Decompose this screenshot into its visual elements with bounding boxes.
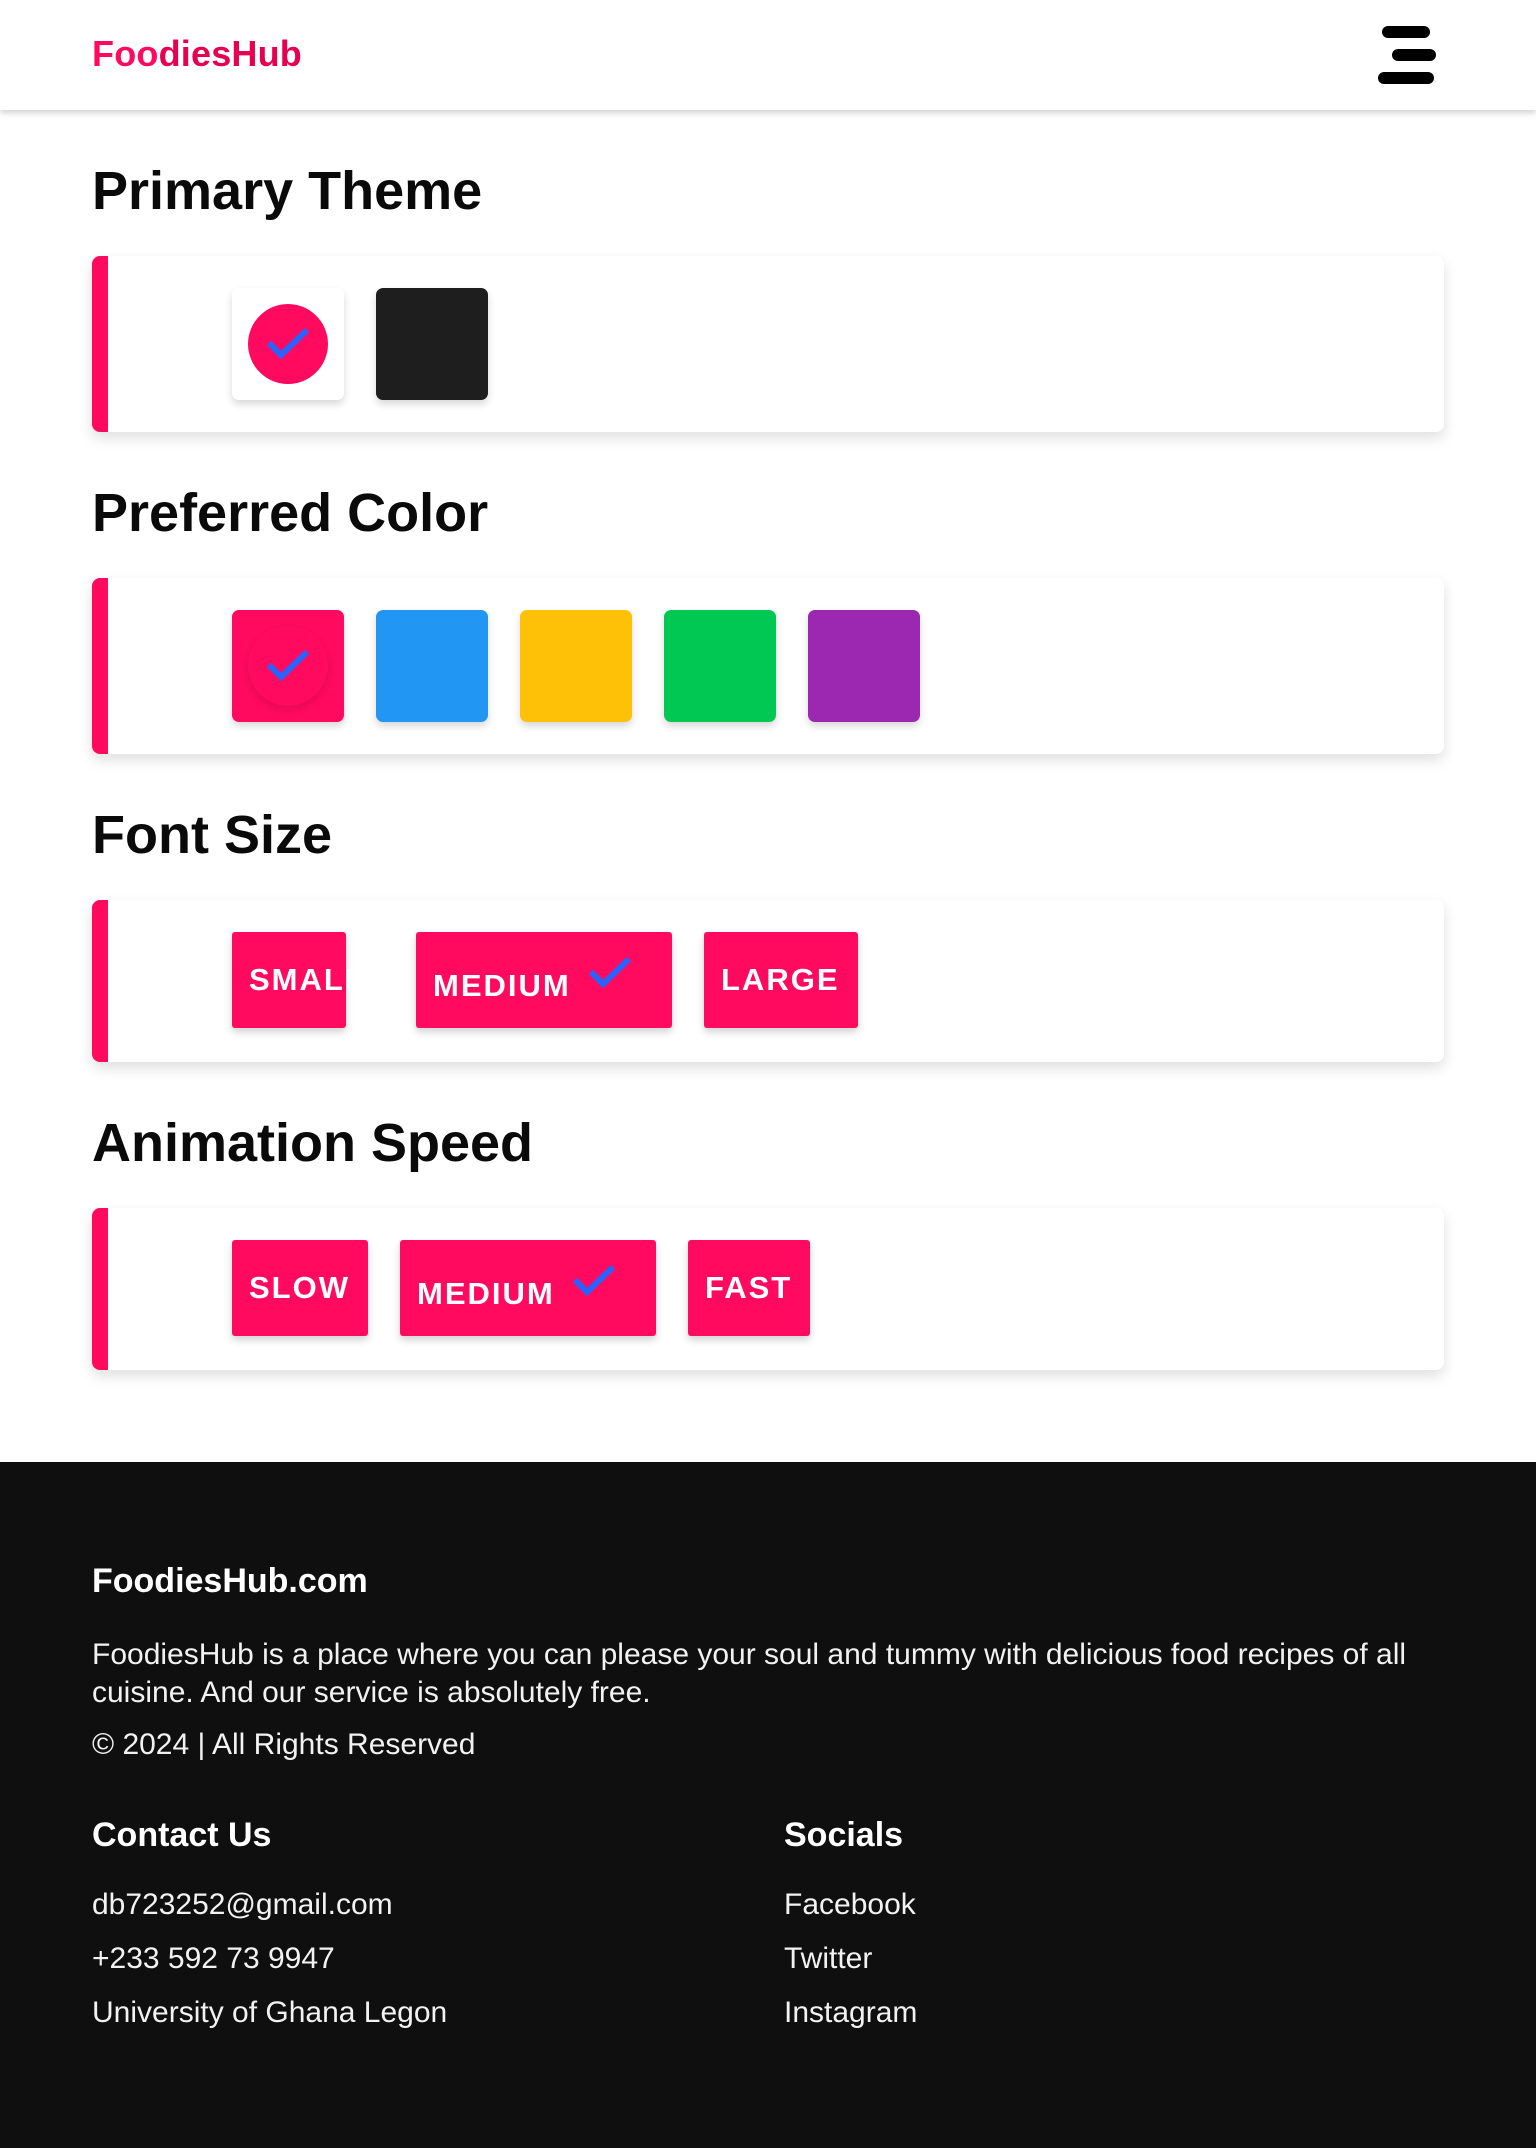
brand-logo-part2: diesHub <box>158 33 302 74</box>
animation-slow-button[interactable]: SLOW <box>232 1240 368 1336</box>
button-label: MEDIUM <box>417 1276 555 1311</box>
social-link-facebook[interactable]: Facebook <box>784 1888 916 1922</box>
color-option-blue[interactable] <box>376 610 488 722</box>
animation-speed-card: SLOW MEDIUM FAST <box>92 1208 1444 1370</box>
footer-title: FoodiesHub.com <box>92 1562 368 1600</box>
checkmark-icon <box>266 649 310 682</box>
button-label: SLOW <box>249 1270 350 1305</box>
hamburger-menu-icon[interactable] <box>1372 26 1444 86</box>
checkmark-icon <box>588 956 632 989</box>
color-option-amber[interactable] <box>520 610 632 722</box>
primary-theme-card <box>92 256 1444 432</box>
footer-copyright: © 2024 | All Rights Reserved <box>92 1728 476 1761</box>
font-size-medium-button[interactable]: MEDIUM <box>416 932 672 1028</box>
font-size-card: SMALL MEDIUM LARGE <box>92 900 1444 1062</box>
contact-email[interactable]: db723252@gmail.com <box>92 1888 393 1922</box>
font-size-title: Font Size <box>92 805 332 865</box>
brand-logo[interactable]: FoodiesHub <box>92 33 302 75</box>
checkmark-icon <box>572 1264 616 1297</box>
checkmark-icon <box>266 327 310 360</box>
theme-option-light[interactable] <box>232 288 344 400</box>
button-label: FAST <box>705 1270 793 1305</box>
font-size-large-button[interactable]: LARGE <box>704 932 858 1028</box>
menu-line-top <box>1382 26 1430 38</box>
primary-theme-title: Primary Theme <box>92 161 483 221</box>
preferred-color-title: Preferred Color <box>92 483 489 543</box>
color-option-purple[interactable] <box>808 610 920 722</box>
site-footer: FoodiesHub.com FoodiesHub is a place whe… <box>0 1462 1536 2148</box>
contact-address: University of Ghana Legon <box>92 1996 448 2029</box>
social-link-twitter[interactable]: Twitter <box>784 1942 872 1976</box>
preferred-color-card <box>92 578 1444 754</box>
social-link-instagram[interactable]: Instagram <box>784 1996 917 2030</box>
animation-medium-button[interactable]: MEDIUM <box>400 1240 656 1336</box>
button-label: MEDIUM <box>433 968 571 1003</box>
theme-option-dark[interactable] <box>376 288 488 400</box>
top-navbar: FoodiesHub <box>0 0 1536 110</box>
color-option-green[interactable] <box>664 610 776 722</box>
animation-speed-title: Animation Speed <box>92 1113 534 1173</box>
footer-description: FoodiesHub is a place where you can plea… <box>92 1638 1407 1709</box>
menu-line-middle <box>1392 49 1436 61</box>
contact-us-heading: Contact Us <box>92 1816 272 1854</box>
font-size-small-button[interactable]: SMALL <box>232 932 364 1028</box>
color-option-pink[interactable] <box>232 610 344 722</box>
brand-logo-part1: Foo <box>92 33 159 74</box>
button-label: LARGE <box>721 962 840 997</box>
button-label: SMALL <box>249 962 366 997</box>
menu-line-bottom <box>1378 72 1434 84</box>
contact-phone[interactable]: +233 592 73 9947 <box>92 1942 335 1976</box>
socials-heading: Socials <box>784 1816 904 1854</box>
animation-fast-button[interactable]: FAST <box>688 1240 810 1336</box>
